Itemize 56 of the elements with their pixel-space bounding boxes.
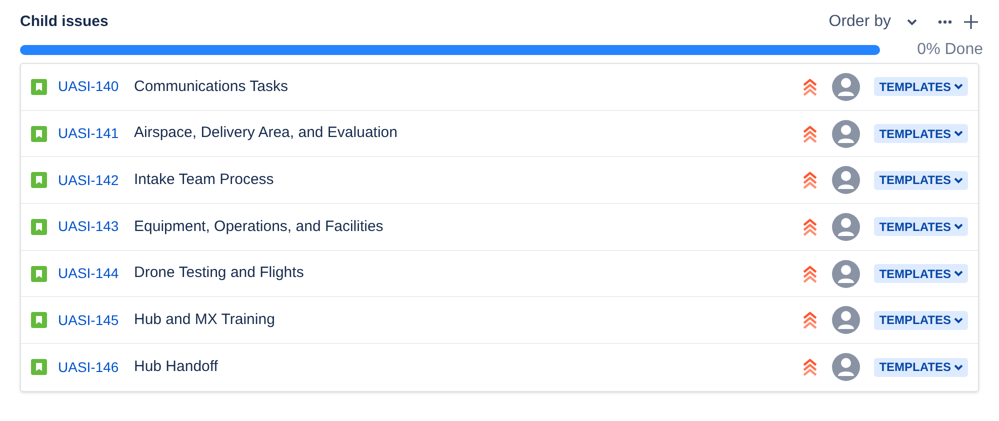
chevron-down-icon [954,83,963,90]
priority-highest-icon [802,170,818,190]
status-dropdown[interactable]: TEMPLATES [874,217,968,236]
chevron-down-icon [954,130,963,138]
status-dropdown[interactable]: TEMPLATES [874,358,968,377]
avatar-icon[interactable] [832,306,860,334]
priority-highest-icon [802,310,818,330]
issue-summary: Airspace, Delivery Area, and Evaluation [134,123,398,144]
chevron-down-icon [954,223,963,230]
chevron-down-icon [907,18,917,26]
more-icon [938,20,952,24]
progress-label: 0% Done [917,40,983,60]
issue-key-link[interactable]: UASI-145 [58,310,134,331]
story-icon [31,126,47,142]
issue-summary: Intake Team Process [134,170,274,190]
issue-summary: Drone Testing and Flights [134,263,304,284]
avatar-icon[interactable] [832,166,860,194]
avatar-icon[interactable] [832,260,860,288]
status-dropdown[interactable]: TEMPLATES [874,264,968,284]
avatar-icon[interactable] [832,120,860,148]
issue-summary: Hub Handoff [134,357,218,378]
issue-key-link[interactable]: UASI-140 [58,76,134,98]
plus-icon [963,14,979,30]
issue-summary: Equipment, Operations, and Facilities [134,216,384,237]
priority-highest-icon [802,264,818,284]
issue-key-link[interactable]: UASI-142 [58,170,134,191]
avatar-icon[interactable] [832,212,860,241]
story-icon [31,359,47,376]
issue-key-link[interactable]: UASI-143 [58,216,134,238]
add-button[interactable] [963,14,979,30]
issue-summary: Communications Tasks [134,76,288,97]
issue-summary: Hub and MX Training [134,310,275,330]
status-dropdown[interactable]: TEMPLATES [874,77,968,96]
priority-highest-icon [802,124,818,144]
section-title: Child issues [20,12,108,32]
chevron-down-icon [954,364,963,371]
priority-highest-icon [802,357,818,378]
story-icon [31,78,47,95]
story-icon [31,218,47,235]
issue-key-link[interactable]: UASI-144 [58,263,134,284]
priority-highest-icon [802,216,818,237]
status-dropdown[interactable]: TEMPLATES [874,124,968,144]
story-icon [31,172,47,188]
issue-key-link[interactable]: UASI-141 [58,123,134,144]
chevron-down-icon [954,270,963,278]
status-dropdown[interactable]: TEMPLATES [874,170,968,190]
story-icon [31,312,47,328]
chevron-down-icon [954,316,963,324]
chevron-down-icon [954,176,963,184]
avatar-icon[interactable] [832,353,860,382]
story-icon [31,266,47,282]
priority-highest-icon [802,76,818,97]
avatar-icon[interactable] [832,72,860,101]
status-dropdown[interactable]: TEMPLATES [874,310,968,330]
issue-key-link[interactable]: UASI-146 [58,356,134,378]
order-by-button[interactable]: Order by [828,10,917,34]
